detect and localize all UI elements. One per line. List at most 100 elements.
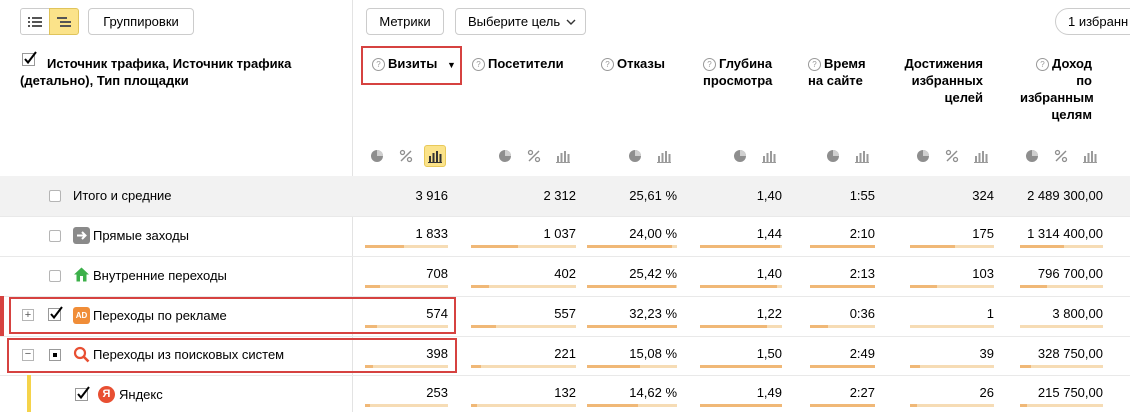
bar-chart-icon[interactable] [653,145,675,167]
column-header-time[interactable]: ? Время на сайте [808,55,878,89]
dimension-title: Источник трафика, Источник трафика (дета… [20,56,292,88]
cell-value: 175 [972,226,994,241]
value-bar [587,325,677,328]
cell-value: 32,23 % [629,306,677,321]
value-bar [1020,325,1103,328]
pie-chart-icon[interactable] [1021,145,1043,167]
metrics-button[interactable]: Метрики [366,8,444,35]
value-bar [810,325,875,328]
value-bar [700,365,782,368]
cell-value: 26 [979,385,994,400]
row-checkbox[interactable] [49,270,61,282]
favorites-goals-label: 1 избранн [1068,14,1129,29]
pie-chart-icon[interactable] [912,145,934,167]
percent-icon[interactable] [1050,145,1072,167]
pie-chart-icon[interactable] [822,145,844,167]
chevron-down-icon [566,19,576,25]
value-bar [471,325,576,328]
groupings-button[interactable]: Группировки [88,8,194,35]
value-bar [1020,365,1103,368]
yandex-icon: Я [98,386,115,403]
cell-value: 15,08 % [629,346,677,361]
cell-value: 25,61 % [629,188,677,203]
column-header-depth[interactable]: ? Глубина просмотра [703,55,783,89]
value-bar [587,404,677,407]
help-icon: ? [703,58,716,71]
pie-chart-icon[interactable] [366,145,388,167]
column-header-goal-reaches[interactable]: Достижения избранных целей [893,55,983,106]
cell-value: 2:49 [849,346,875,361]
cell-value: 796 700,00 [1037,266,1103,281]
value-bar [365,245,448,248]
cell-value: 103 [972,266,994,281]
list-icon [28,16,42,27]
row-label-internal[interactable]: Внутренние переходы [93,268,227,284]
column-header-revenue[interactable]: ? Доход по избранным целям [1020,55,1094,123]
cell-value: 2:13 [849,266,875,281]
value-bar [810,365,875,368]
value-bar [810,404,875,407]
value-bar [365,365,448,368]
cell-value: 2:27 [849,385,875,400]
bar-chart-icon[interactable] [758,145,780,167]
bar-chart-icon[interactable] [970,145,992,167]
value-bar [700,285,782,288]
value-bar [471,285,576,288]
bar-chart-icon[interactable] [424,145,446,167]
tree-icon [57,16,71,27]
value-bar [700,325,782,328]
column-header-visitors[interactable]: ? Посетители [472,55,572,72]
tree-view-button[interactable] [49,8,79,35]
percent-icon[interactable] [523,145,545,167]
column-header-bounces[interactable]: ? Отказы [601,55,681,72]
value-bar [471,365,576,368]
cell-value: 39 [979,346,994,361]
cell-value: 0:36 [849,306,875,321]
value-bar [700,404,782,407]
cell-value: 1 [986,306,994,321]
list-view-button[interactable] [20,8,50,35]
value-bar [700,245,782,248]
value-bar [587,365,677,368]
value-bar [1020,245,1103,248]
cell-value: 2 489 300,00 [1027,188,1103,203]
row-left-marker [0,296,4,336]
cell-value: 328 750,00 [1037,346,1103,361]
row-label-yandex[interactable]: Яндекс [119,387,163,403]
value-bar [910,325,994,328]
arrow-right-icon [73,227,90,244]
bar-chart-icon[interactable] [1079,145,1101,167]
value-bar [810,245,875,248]
row-checkbox[interactable] [49,190,61,202]
value-bar [471,404,576,407]
bar-chart-icon[interactable] [851,145,873,167]
goal-select[interactable]: Выберите цель [455,8,586,35]
value-bar [587,245,677,248]
cell-value: 14,62 % [629,385,677,400]
goal-select-label: Выберите цель [468,14,561,29]
favorites-goals-button[interactable]: 1 избранн [1055,8,1130,35]
cell-value: 1 314 400,00 [1027,226,1103,241]
value-bar [910,404,994,407]
value-bar [1020,285,1103,288]
value-bar [365,325,448,328]
cell-value: 708 [426,266,448,281]
value-bar [910,365,994,368]
highlight-visits-header [361,46,462,85]
help-icon: ? [601,58,614,71]
value-bar [365,285,448,288]
row-label-direct[interactable]: Прямые заходы [93,228,189,244]
help-icon: ? [808,58,821,71]
value-bar [587,285,677,288]
pie-chart-icon[interactable] [494,145,516,167]
percent-icon[interactable] [941,145,963,167]
bar-chart-icon[interactable] [552,145,574,167]
pie-chart-icon[interactable] [624,145,646,167]
cell-value: 324 [972,188,994,203]
percent-icon[interactable] [395,145,417,167]
cell-value: 24,00 % [629,226,677,241]
row-checkbox-checked[interactable] [75,386,91,402]
pie-chart-icon[interactable] [729,145,751,167]
row-checkbox[interactable] [49,230,61,242]
value-bar [810,285,875,288]
